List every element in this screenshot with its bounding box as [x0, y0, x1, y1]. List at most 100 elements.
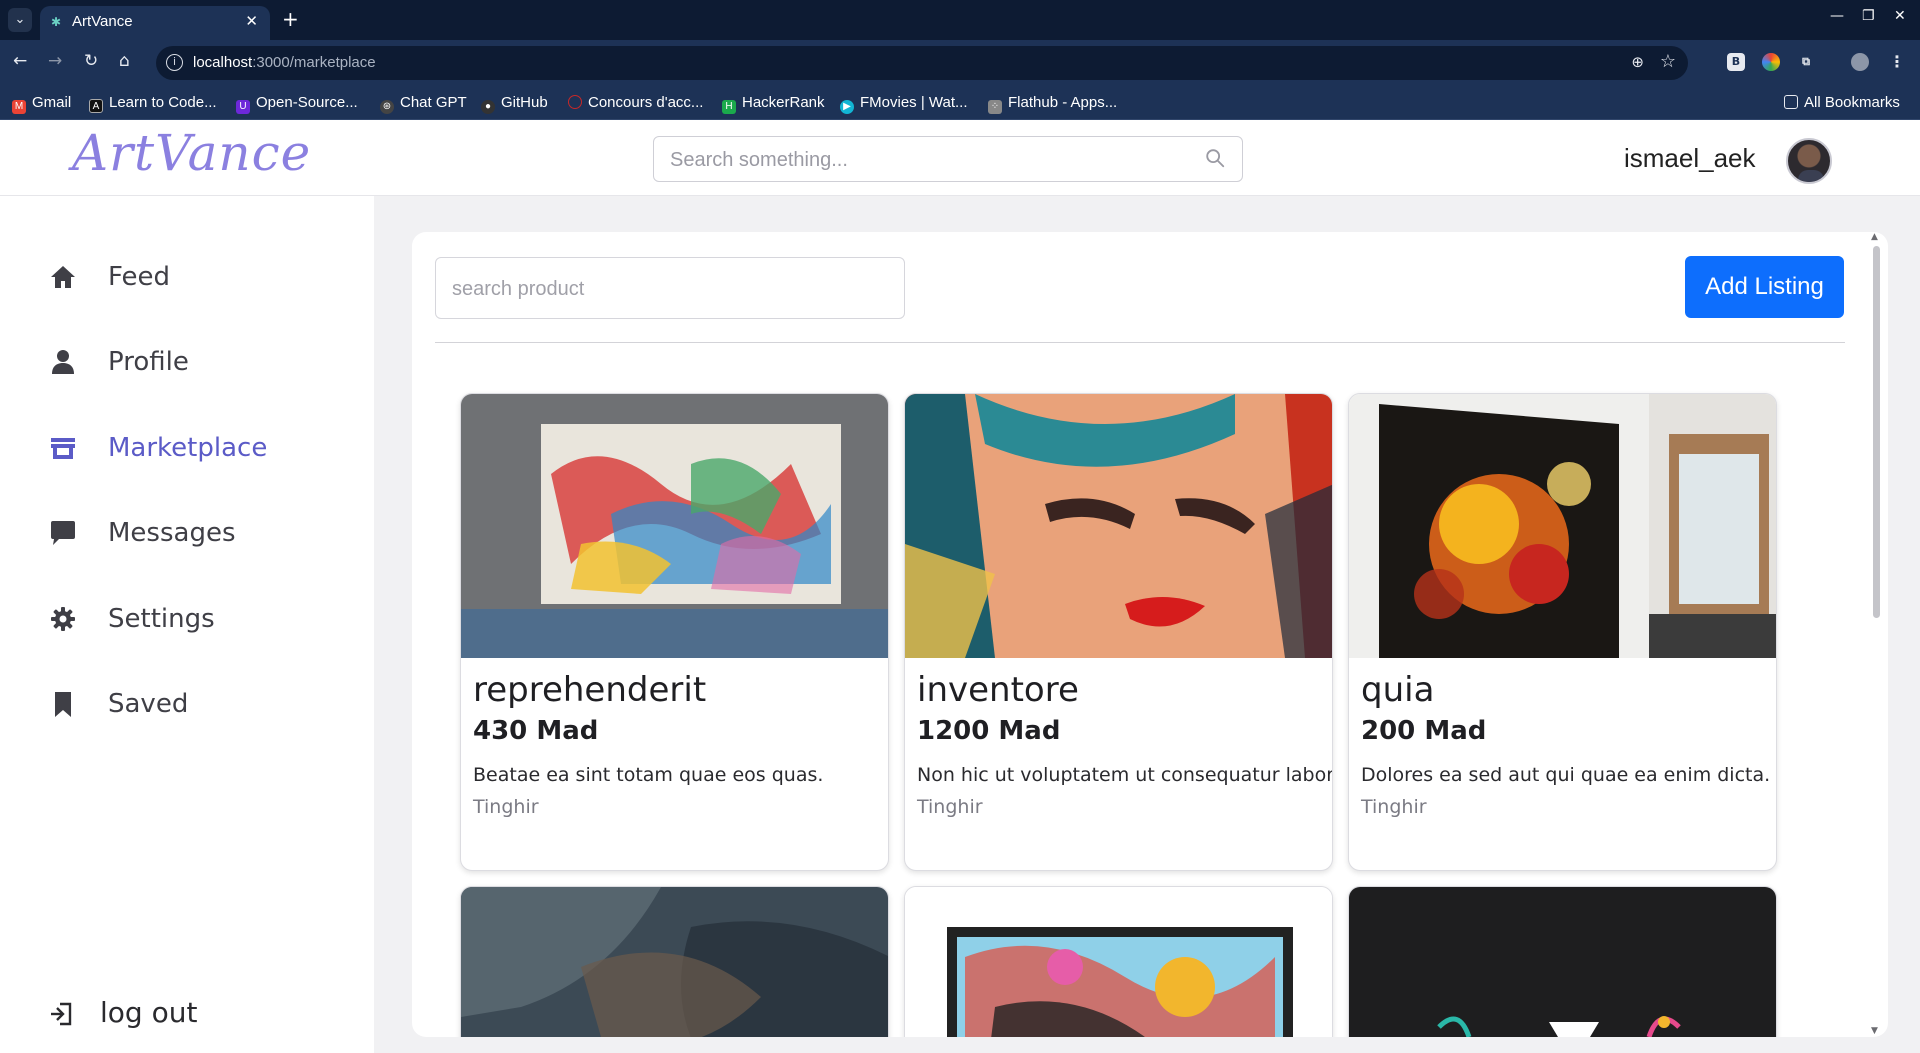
sidebar-item-saved[interactable]: Saved [48, 683, 348, 727]
bookmark-learn-to-code[interactable]: A Learn to Code... [89, 86, 217, 120]
sidebar-item-label: Messages [108, 518, 236, 548]
sidebar-item-label: Saved [108, 689, 189, 719]
message-icon [51, 521, 75, 545]
divider [435, 342, 1845, 343]
product-price: 430 Mad [473, 716, 599, 746]
scroll-down-icon[interactable]: ▼ [1871, 1026, 1878, 1036]
url-text[interactable]: localhost:3000/marketplace [193, 54, 376, 71]
bookmark-flathub[interactable]: ⁘ Flathub - Apps... [988, 86, 1117, 120]
bookmark-gmail[interactable]: M Gmail [12, 86, 71, 120]
freecodecamp-icon: A [89, 99, 103, 113]
bookmark-chat-gpt[interactable]: ⊛ Chat GPT [380, 86, 467, 120]
product-card[interactable]: reprehenderit 430 Mad Beatae ea sint tot… [460, 393, 889, 871]
product-image[interactable] [461, 394, 889, 658]
restore-icon[interactable]: ❐ [1862, 8, 1875, 24]
sidebar-item-feed[interactable]: Feed [48, 256, 348, 300]
product-card[interactable] [460, 886, 889, 1037]
product-description: Beatae ea sint totam quae eos quas. [473, 764, 824, 786]
product-price: 1200 Mad [917, 716, 1061, 746]
tab-title: ArtVance [72, 13, 133, 30]
global-search-input[interactable] [670, 147, 1190, 173]
hackerrank-icon: H [722, 100, 736, 114]
bookmark-fmovies[interactable]: ▶ FMovies | Wat... [840, 86, 968, 120]
browser-toolbar: ← → ↻ ⌂ i localhost:3000/marketplace ⊕ ☆… [0, 40, 1920, 86]
profile-browser-icon[interactable] [1851, 53, 1869, 71]
product-search-box[interactable] [435, 257, 905, 319]
address-bar[interactable]: i localhost:3000/marketplace ⊕ ☆ [156, 46, 1688, 80]
search-icon[interactable] [1204, 147, 1226, 169]
app-header: ArtVance ismael_aek [0, 120, 1920, 196]
sidebar-item-label: Marketplace [108, 433, 268, 463]
logout-button[interactable]: log out [48, 992, 248, 1036]
tab-search-button[interactable]: ⌄ [8, 8, 32, 32]
username[interactable]: ismael_aek [1624, 143, 1756, 174]
extension-b-icon[interactable]: B [1727, 53, 1745, 71]
product-image[interactable] [905, 887, 1333, 1037]
product-image[interactable] [1349, 394, 1777, 658]
global-search-box[interactable] [653, 136, 1243, 182]
product-title[interactable]: reprehenderit [473, 670, 706, 710]
back-icon[interactable]: ← [13, 51, 27, 71]
add-listing-button[interactable]: Add Listing [1685, 256, 1844, 318]
open-source-icon: U [236, 100, 250, 114]
product-location: Tinghir [1361, 796, 1427, 818]
sidebar-item-messages[interactable]: Messages [48, 512, 348, 556]
chatgpt-icon: ⊛ [380, 100, 394, 114]
product-price: 200 Mad [1361, 716, 1487, 746]
product-title[interactable]: inventore [917, 670, 1079, 710]
github-icon: ● [481, 100, 495, 114]
product-location: Tinghir [917, 796, 983, 818]
bookmarks-bar: M Gmail A Learn to Code... U Open-Source...… [0, 86, 1920, 120]
window-close-icon[interactable]: ✕ [1894, 8, 1906, 24]
home-icon [51, 266, 75, 288]
sidebar-item-marketplace[interactable]: Marketplace [48, 427, 348, 471]
main-scrollbar[interactable]: ▲ ▼ [1868, 232, 1884, 1036]
product-card[interactable]: inventore 1200 Mad Non hic ut voluptatem… [904, 393, 1333, 871]
product-card[interactable]: quia 200 Mad Dolores ea sed aut qui quae… [1348, 393, 1777, 871]
minimize-icon[interactable]: — [1830, 8, 1844, 24]
bookmark-open-source[interactable]: U Open-Source... [236, 86, 358, 120]
bookmark-icon [55, 692, 71, 717]
bookmark-hackerrank[interactable]: H HackerRank [722, 86, 825, 120]
artvance-favicon-icon: ✱ [51, 15, 62, 29]
reload-icon[interactable]: ↻ [84, 51, 98, 71]
product-card[interactable] [1348, 886, 1777, 1037]
fmovies-icon: ▶ [840, 100, 854, 114]
product-card[interactable] [904, 886, 1333, 1037]
new-tab-icon[interactable]: + [282, 7, 299, 31]
logout-label: log out [100, 996, 198, 1029]
zoom-icon[interactable]: ⊕ [1631, 53, 1644, 71]
browser-menu-icon[interactable]: ⋮ [1888, 53, 1906, 71]
gmail-icon: M [12, 100, 26, 114]
extensions-puzzle-icon[interactable]: ⧉ [1797, 53, 1815, 71]
sidebar-item-settings[interactable]: Settings [48, 598, 348, 642]
site-info-icon[interactable]: i [166, 54, 183, 71]
product-location: Tinghir [473, 796, 539, 818]
all-bookmarks-button[interactable]: All Bookmarks [1784, 86, 1900, 120]
browser-tab[interactable]: ✱ ArtVance ✕ [40, 6, 270, 40]
product-description: Non hic ut voluptatem ut consequatur lab… [917, 764, 1333, 786]
scrollbar-thumb[interactable] [1873, 246, 1880, 618]
extension-color-icon[interactable] [1762, 53, 1780, 71]
user-icon [52, 350, 74, 374]
marketplace-panel: Add Listing reprehenderit 430 Mad Beatae… [412, 232, 1888, 1037]
product-title[interactable]: quia [1361, 670, 1434, 710]
scroll-up-icon[interactable]: ▲ [1871, 232, 1878, 242]
home-browser-icon[interactable]: ⌂ [119, 51, 130, 71]
product-image[interactable] [461, 887, 889, 1037]
user-avatar[interactable] [1786, 138, 1832, 184]
tab-close-icon[interactable]: ✕ [245, 12, 258, 30]
forward-icon[interactable]: → [48, 51, 62, 71]
artvance-logo[interactable]: ArtVance [72, 124, 311, 182]
product-search-input[interactable] [452, 276, 882, 302]
sidebar-item-profile[interactable]: Profile [48, 341, 348, 385]
sidebar-item-label: Feed [108, 262, 171, 292]
sidebar: Feed Profile Marketplace Messages Settin… [0, 196, 374, 1053]
bookmark-star-icon[interactable]: ☆ [1660, 51, 1676, 72]
bookmark-concours[interactable]: Concours d'acc... [568, 86, 703, 120]
product-description: Dolores ea sed aut qui quae ea enim dict… [1361, 764, 1771, 786]
product-image[interactable] [1349, 887, 1777, 1037]
store-icon [51, 438, 75, 459]
bookmark-github[interactable]: ● GitHub [481, 86, 548, 120]
product-image[interactable] [905, 394, 1333, 658]
